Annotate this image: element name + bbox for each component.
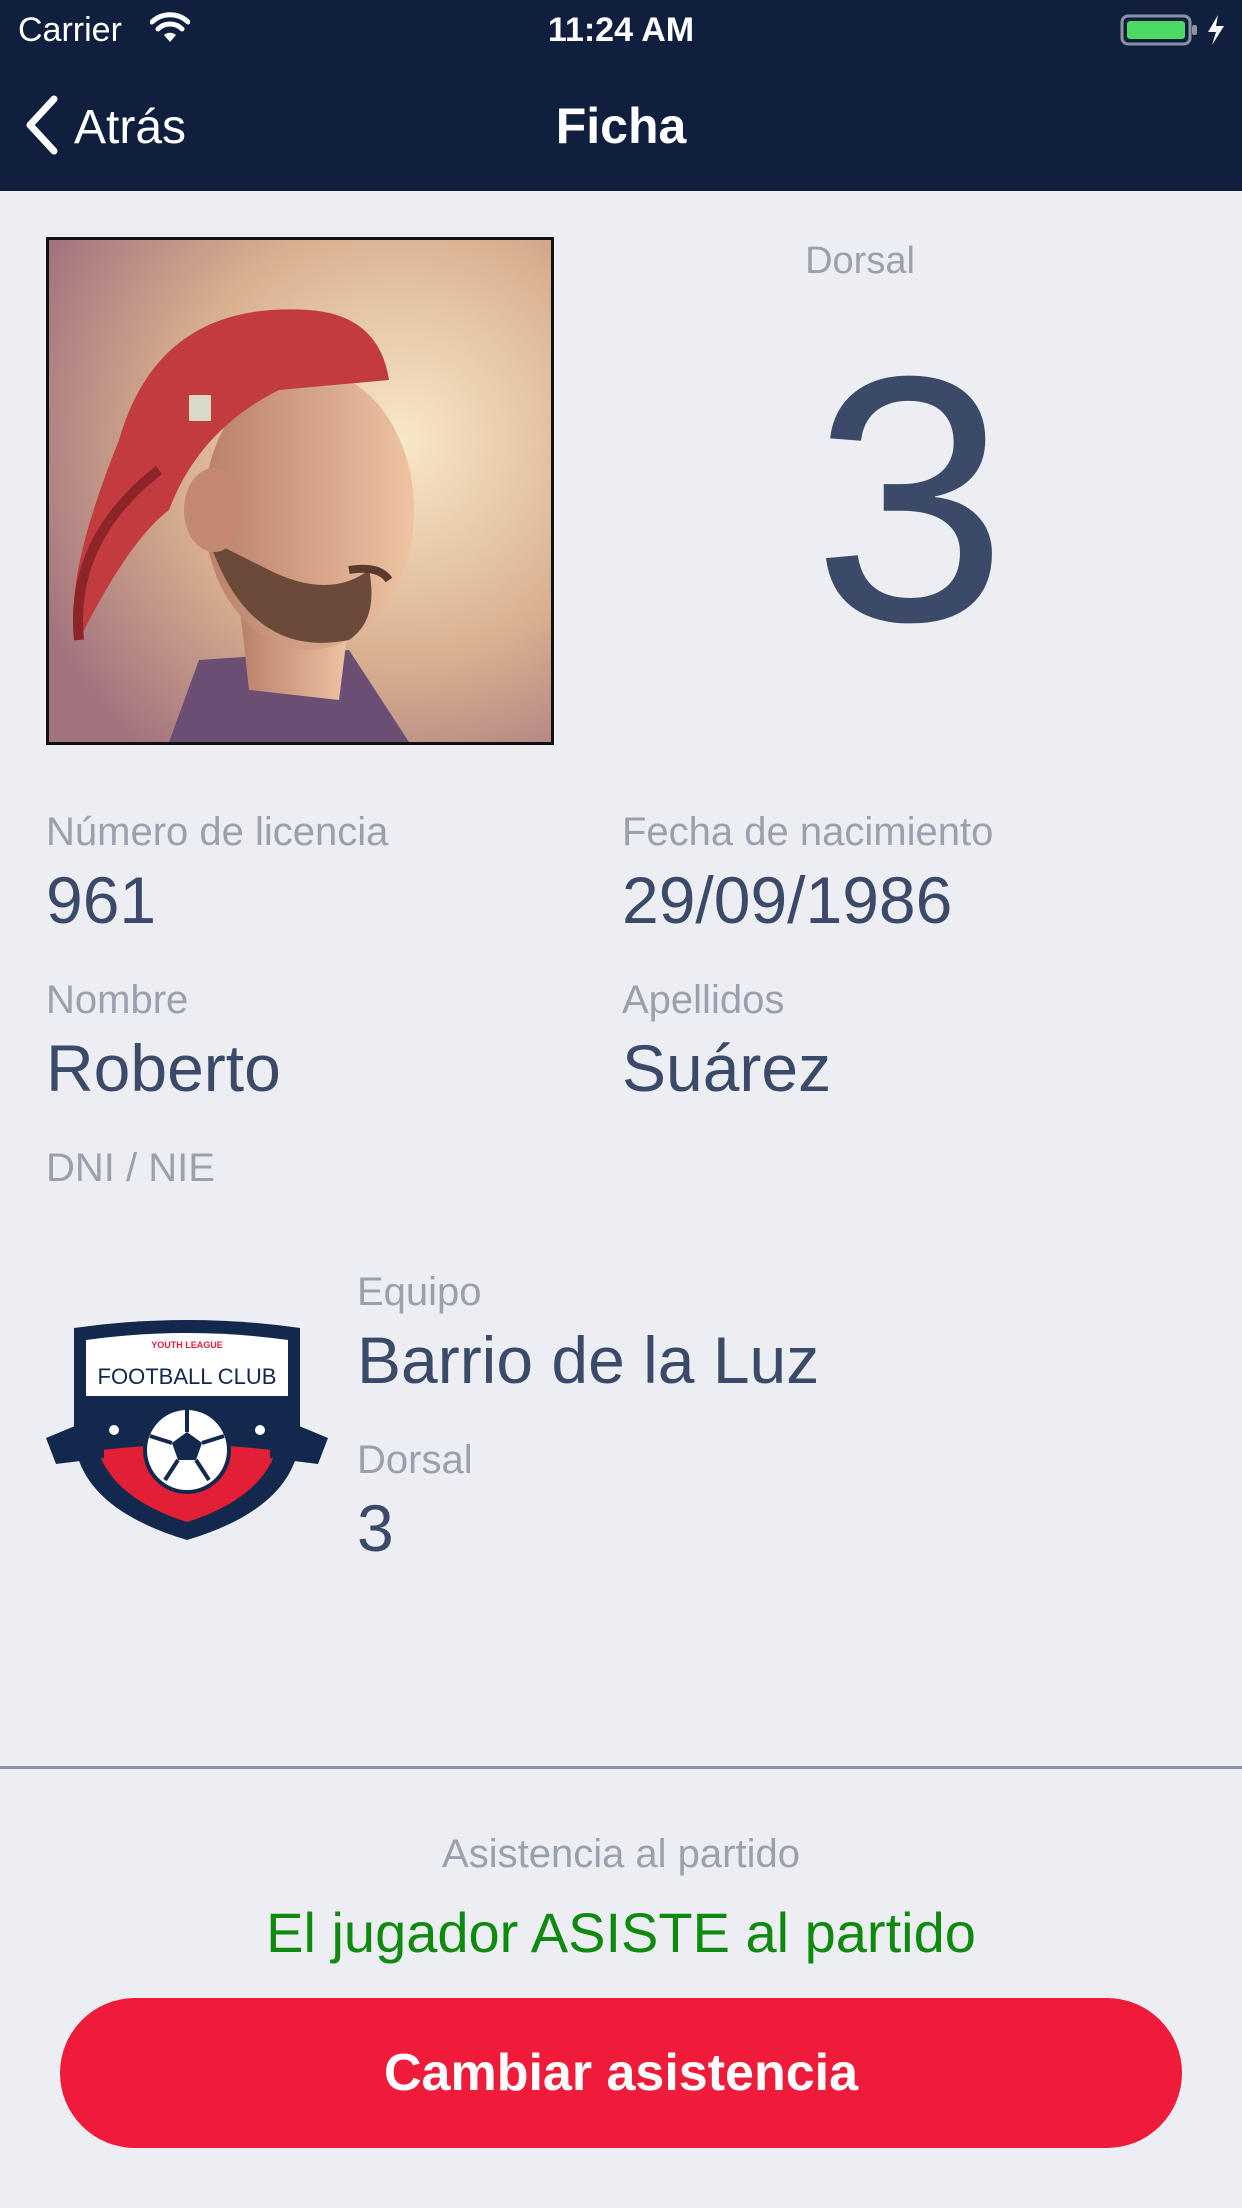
license-label: Número de licencia xyxy=(46,810,389,854)
attendance-label: Asistencia al partido xyxy=(442,1832,800,1876)
dorsal-number: 3 xyxy=(812,304,1008,695)
battery-icon xyxy=(1120,13,1232,52)
team-logo: YOUTH LEAGUE FOOTBALL CLUB xyxy=(44,1318,330,1544)
section-divider xyxy=(0,1766,1242,1769)
page-title: Ficha xyxy=(555,98,687,154)
dorsal-label: Dorsal xyxy=(805,240,915,282)
player-photo xyxy=(46,237,554,745)
change-attendance-button[interactable]: Cambiar asistencia xyxy=(60,1998,1182,2148)
team-label: Equipo xyxy=(357,1270,482,1314)
name-value: Roberto xyxy=(46,1031,281,1105)
name-label: Nombre xyxy=(46,978,189,1022)
birth-date-label: Fecha de nacimiento xyxy=(622,810,994,854)
team-dorsal-label: Dorsal xyxy=(357,1438,473,1482)
logo-club-text: FOOTBALL CLUB xyxy=(98,1364,277,1389)
birth-date-value: 29/09/1986 xyxy=(622,863,953,937)
surname-label: Apellidos xyxy=(622,978,785,1022)
team-value: Barrio de la Luz xyxy=(357,1323,820,1397)
attendance-status: El jugador ASISTE al partido xyxy=(266,1901,976,1964)
top-bar: Carrier 11:24 AM Atrás Ficha xyxy=(0,0,1242,191)
license-value: 961 xyxy=(46,863,157,937)
status-time: 11:24 AM xyxy=(547,11,695,49)
dni-label: DNI / NIE xyxy=(46,1146,215,1190)
team-dorsal-value: 3 xyxy=(357,1491,394,1565)
surname-value: Suárez xyxy=(622,1031,832,1105)
logo-top-text: YOUTH LEAGUE xyxy=(151,1340,223,1350)
